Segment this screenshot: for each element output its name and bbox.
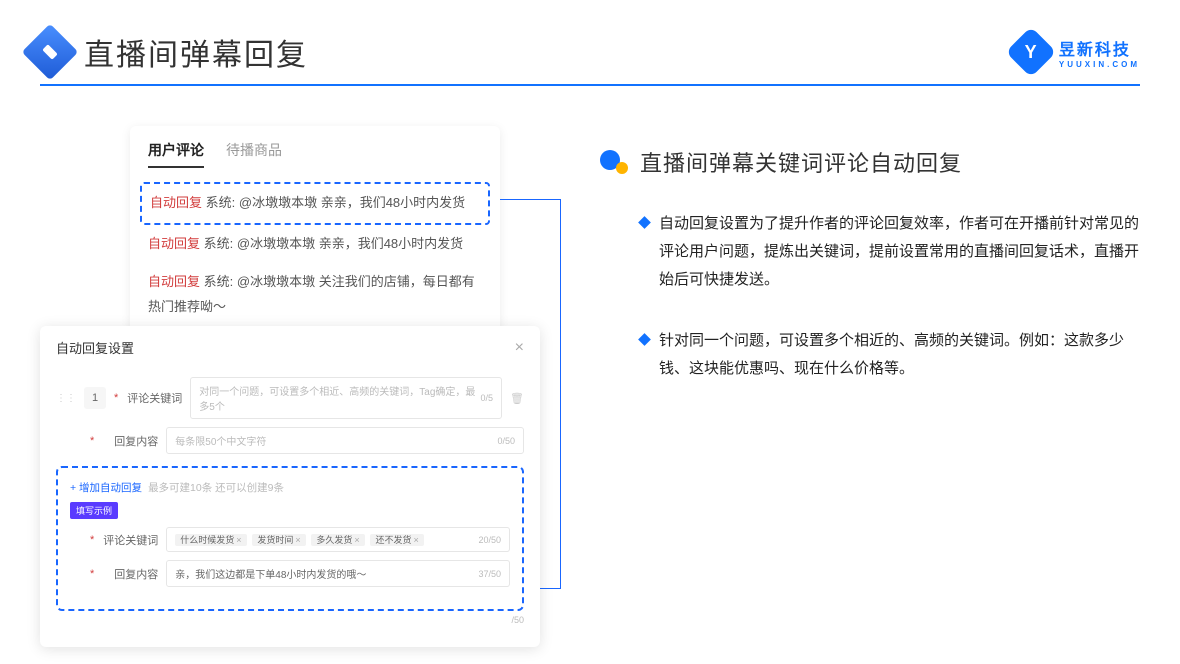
content-input[interactable]: 每条限50个中文字符 0/50 <box>166 427 524 454</box>
add-hint: 最多可建10条 还可以创建9条 <box>148 480 284 495</box>
cube-icon <box>22 24 79 81</box>
brand-mark-icon: Y <box>1005 27 1056 78</box>
index-badge: 1 <box>84 387 106 409</box>
keyword-input[interactable]: 对同一个问题，可设置多个相近、高频的关键词，Tag确定，最多5个 0/5 <box>190 377 502 419</box>
example-keyword-label: 评论关键词 <box>102 532 158 548</box>
close-icon[interactable]: × <box>515 339 524 357</box>
required-icon: * <box>114 392 118 404</box>
add-reply-link[interactable]: + 增加自动回复 <box>70 480 142 495</box>
page-header: 直播间弹幕回复 Y 昱新科技 YUUXIN.COM <box>0 0 1180 84</box>
chat-bubble-icon <box>600 150 628 174</box>
keyword-label: 评论关键词 <box>126 390 182 406</box>
keyword-tag: 多久发货× <box>311 534 364 546</box>
bullet-item: 自动回复设置为了提升作者的评论回复效率，作者可在开播前针对常见的评论用户问题，提… <box>640 210 1140 293</box>
tab-pending-goods[interactable]: 待播商品 <box>226 140 282 168</box>
panel-title: 自动回复设置 <box>56 338 134 357</box>
comment-item: 自动回复 系统: @冰墩墩本墩 亲亲，我们48小时内发货 <box>148 225 482 264</box>
brand-name-en: YUUXIN.COM <box>1059 60 1140 69</box>
connector-line <box>560 199 561 589</box>
example-content-input[interactable]: 亲，我们这边都是下单48小时内发货的哦～ 37/50 <box>166 560 510 587</box>
auto-reply-settings-panel: 自动回复设置 × ⋮⋮ 1 * 评论关键词 对同一个问题，可设置多个相近、高频的… <box>40 326 540 647</box>
description-column: 直播间弹幕关键词评论自动回复 自动回复设置为了提升作者的评论回复效率，作者可在开… <box>600 126 1140 417</box>
diamond-icon <box>638 216 651 229</box>
bullet-item: 针对同一个问题，可设置多个相近的、高频的关键词。例如：这款多少钱、这块能优惠吗、… <box>640 327 1140 383</box>
delete-icon[interactable]: 🗑 <box>510 392 524 405</box>
tab-user-comments[interactable]: 用户评论 <box>148 140 204 168</box>
required-icon: * <box>90 435 94 447</box>
brand-name-cn: 昱新科技 <box>1059 36 1140 60</box>
keyword-tag: 还不发货× <box>370 534 423 546</box>
screenshot-column: 用户评论 待播商品 自动回复 系统: @冰墩墩本墩 亲亲，我们48小时内发货 自… <box>40 126 540 417</box>
diamond-icon <box>638 333 651 346</box>
example-badge: 填写示例 <box>70 502 118 519</box>
example-content-label: 回复内容 <box>102 566 158 582</box>
bottom-count: /50 <box>56 615 524 625</box>
comment-item: 自动回复 系统: @冰墩墩本墩 关注我们的店铺，每日都有热门推荐呦～ <box>148 263 482 326</box>
keyword-tag: 什么时候发货× <box>175 534 246 546</box>
page-title: 直播间弹幕回复 <box>84 30 308 74</box>
comments-panel: 用户评论 待播商品 自动回复 系统: @冰墩墩本墩 亲亲，我们48小时内发货 自… <box>130 126 500 343</box>
keyword-tag: 发货时间× <box>252 534 305 546</box>
section-title: 直播间弹幕关键词评论自动回复 <box>640 146 962 178</box>
example-keyword-input[interactable]: 什么时候发货× 发货时间× 多久发货× 还不发货× 20/50 <box>166 527 510 552</box>
example-block: + 增加自动回复 最多可建10条 还可以创建9条 填写示例 * 评论关键词 什么… <box>56 466 524 611</box>
brand-logo: Y 昱新科技 YUUXIN.COM <box>1013 34 1140 70</box>
comment-item: 自动回复 系统: @冰墩墩本墩 亲亲，我们48小时内发货 <box>140 182 490 225</box>
header-left: 直播间弹幕回复 <box>30 30 308 74</box>
content-label: 回复内容 <box>102 433 158 449</box>
connector-line <box>500 199 560 200</box>
drag-handle-icon[interactable]: ⋮⋮ <box>56 393 76 404</box>
